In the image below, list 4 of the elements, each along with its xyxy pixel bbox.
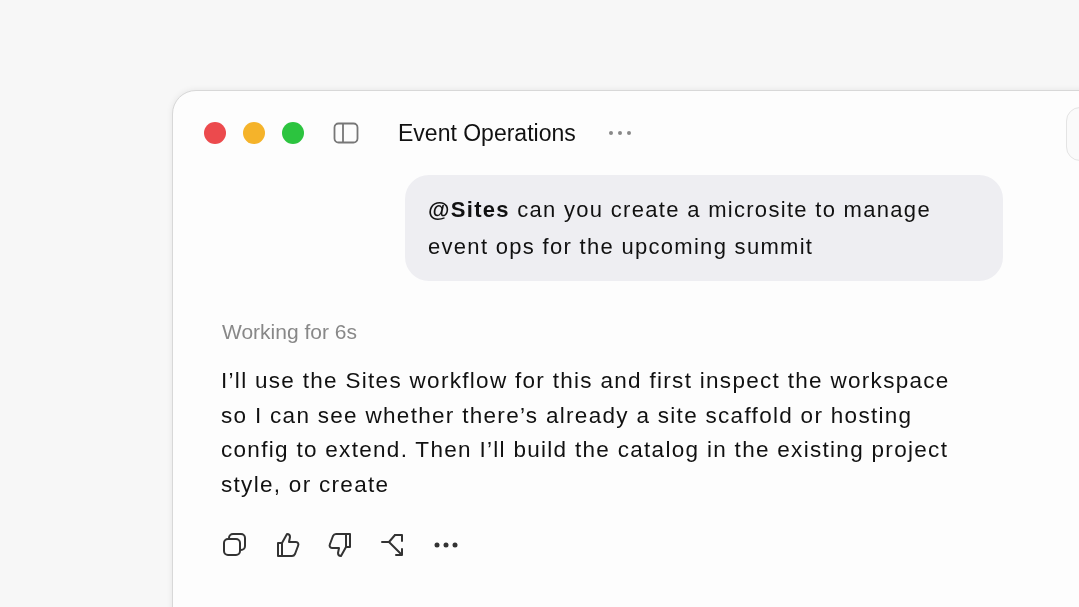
response-text: I’ll use the Sites workflow for this and first inspect the workspace so I can see whether there’s already a site scaffold or hosting config to extend. Then I’ll build the catalog in the existing project style, or create [221, 367, 951, 499]
user-message: @Sites can you create a microsite to manage event ops for the upcoming summit [405, 175, 1003, 281]
window-title: Event Operations [398, 119, 576, 147]
status-text: Working for 6s [222, 320, 358, 344]
